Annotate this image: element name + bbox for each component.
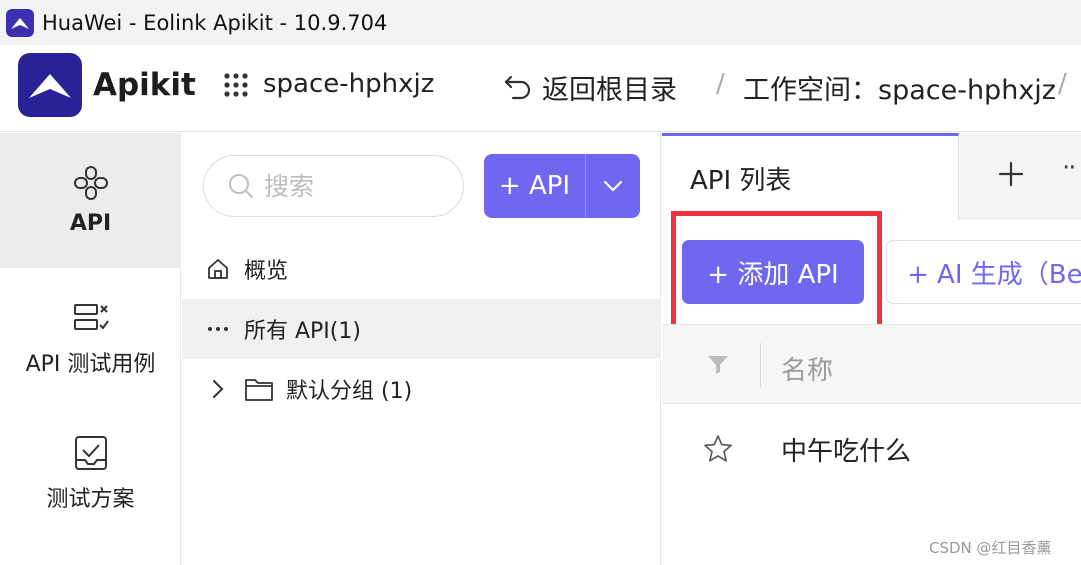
- tree-item-default-group[interactable]: 默认分组 (1): [182, 359, 661, 419]
- search-box[interactable]: [203, 155, 464, 217]
- add-api-split-button: + API: [484, 154, 640, 218]
- test-case-icon: [73, 304, 109, 330]
- api-list-panel: API 列表 ·· + 添加 API + AI 生成（Be 名称 中午吃什么: [662, 133, 1081, 565]
- column-divider: [760, 343, 761, 387]
- add-api-button[interactable]: + API: [484, 154, 586, 218]
- table-row[interactable]: 中午吃什么: [662, 405, 1081, 491]
- grid-dots-icon[interactable]: [223, 72, 249, 98]
- apikit-logo-icon: [18, 53, 82, 117]
- back-to-root-link[interactable]: 返回根目录: [542, 68, 677, 107]
- api-name-cell[interactable]: 中午吃什么: [781, 431, 911, 468]
- add-api-dropdown-button[interactable]: [586, 154, 640, 218]
- star-icon[interactable]: [702, 433, 734, 465]
- window-titlebar: HuaWei - Eolink Apikit - 10.9.704: [0, 0, 1081, 45]
- chevron-right-icon[interactable]: [206, 377, 230, 401]
- sidebar-item-api-test-cases[interactable]: API 测试用例: [0, 268, 181, 403]
- breadcrumb-separator: /: [1058, 69, 1067, 99]
- sidebar-item-label: 测试方案: [46, 487, 135, 512]
- tree-item-overview[interactable]: 概览: [182, 239, 661, 299]
- test-plan-icon: [74, 436, 107, 470]
- api-icon: [73, 166, 108, 200]
- plus-icon[interactable]: [996, 159, 1026, 189]
- sidebar-item-test-plans[interactable]: 测试方案: [0, 403, 181, 538]
- tree-item-label: 概览: [244, 259, 289, 284]
- tab-strip: API 列表 ··: [662, 133, 1081, 220]
- watermark: CSDN @红目香薰: [929, 539, 1052, 557]
- more-dots-icon: [208, 327, 228, 331]
- logo-text: Apikit: [93, 67, 196, 103]
- ai-generate-button[interactable]: + AI 生成（Be: [886, 240, 1081, 304]
- home-icon: [208, 259, 228, 279]
- search-input[interactable]: [264, 171, 444, 201]
- tab-api-list[interactable]: API 列表: [662, 133, 959, 220]
- app-header: Apikit space-hphxjz 返回根目录 / 工作空间：space-h…: [0, 45, 1081, 132]
- tab-more-button[interactable]: ··: [1062, 153, 1076, 183]
- breadcrumb-workspace[interactable]: 工作空间：space-hphxjz: [743, 68, 1056, 107]
- breadcrumb-separator: /: [716, 69, 725, 99]
- folder-icon: [245, 379, 273, 401]
- left-sidebar: API API 测试用例 测试方案: [0, 133, 181, 565]
- app-logo-icon: [6, 8, 34, 37]
- search-icon: [229, 174, 253, 198]
- api-tree-panel: + API 概览 所有 API(1) 默认分组 (1): [182, 133, 661, 565]
- sidebar-item-label: API: [69, 211, 112, 236]
- window-title: HuaWei - Eolink Apikit - 10.9.704: [42, 10, 388, 35]
- undo-arrow-icon[interactable]: [503, 71, 533, 101]
- column-header-name[interactable]: 名称: [781, 350, 833, 387]
- tree-item-label: 所有 API(1): [244, 319, 361, 344]
- sidebar-item-label: API 测试用例: [25, 352, 156, 377]
- sidebar-item-api[interactable]: API: [0, 133, 181, 268]
- filter-icon[interactable]: [707, 353, 729, 375]
- table-header: 名称: [662, 324, 1081, 404]
- add-api-primary-button[interactable]: + 添加 API: [682, 240, 864, 304]
- tree-item-all-apis[interactable]: 所有 API(1): [182, 299, 661, 359]
- tree-item-label: 默认分组 (1): [286, 379, 413, 404]
- space-switcher[interactable]: space-hphxjz: [263, 69, 434, 99]
- chevron-down-icon: [603, 180, 623, 192]
